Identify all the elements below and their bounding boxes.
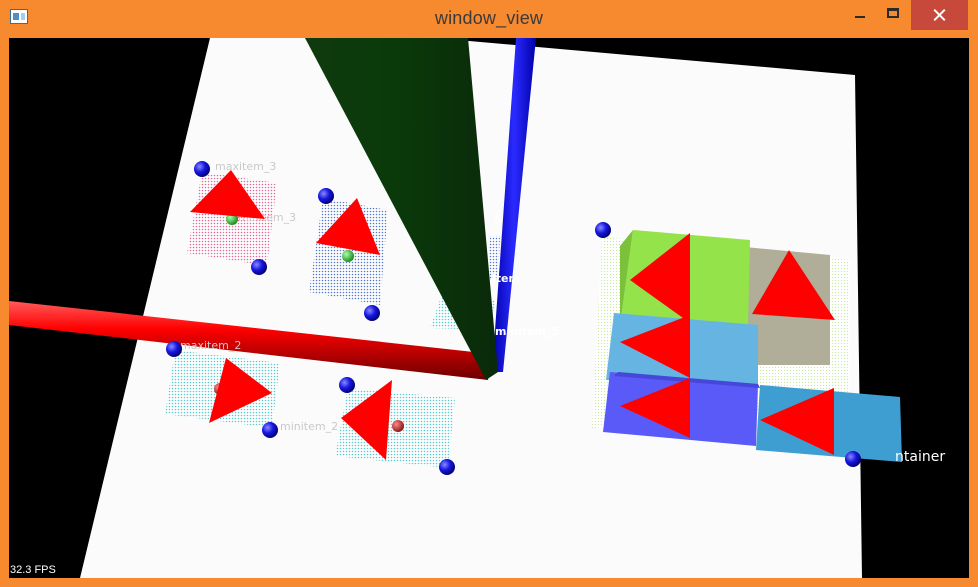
maximize-button[interactable] [877,0,911,30]
green-sphere [342,250,354,262]
label-item: item [492,272,520,285]
marker-sphere [318,188,334,204]
marker-sphere [166,341,182,357]
title-bar[interactable]: window_view [0,0,978,38]
label-maxitem-2: maxitem_2 [180,339,241,352]
marker-sphere [845,451,861,467]
scene-canvas: maxitem_3 minitem_3 maxitem_2 minitem_2 … [9,38,945,578]
label-maxitem-3: maxitem_3 [215,160,276,173]
window-title: window_view [434,8,544,28]
red-sphere [392,420,404,432]
label-container: ntainer [895,449,945,465]
marker-sphere [339,377,355,393]
application-window: window_view maxitem_3 minitem_3 maxitem_… [0,0,978,587]
marker-sphere [194,161,210,177]
label-minitem-2: minitem_2 [280,420,338,433]
marker-sphere [262,422,278,438]
label-5: 5 [494,213,502,226]
label-minitem-5: minitem_5 [495,325,559,338]
marker-sphere [251,259,267,275]
marker-sphere [595,222,611,238]
fps-counter: 32.3 FPS [10,564,56,576]
marker-sphere [364,305,380,321]
marker-sphere [439,459,455,475]
close-button[interactable] [911,0,968,30]
3d-viewport[interactable]: maxitem_3 minitem_3 maxitem_2 minitem_2 … [9,38,969,578]
minimize-button[interactable] [843,0,877,30]
